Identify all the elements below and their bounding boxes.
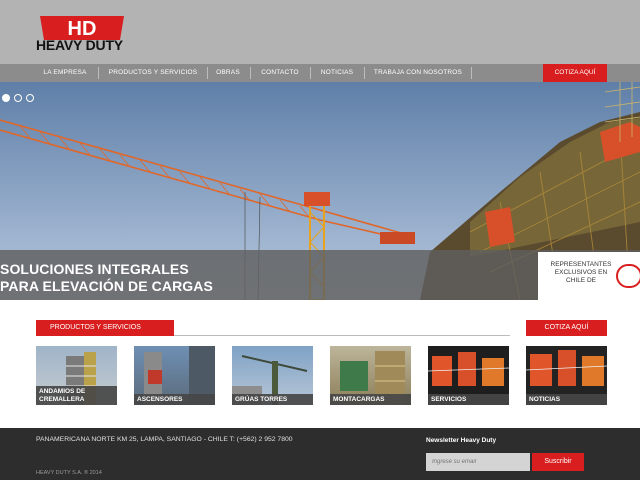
products-section-title: PRODUCTOS Y SERVICIOS bbox=[36, 320, 174, 336]
nav-item-noticias[interactable]: NOTICIAS bbox=[314, 64, 360, 82]
hero-slider[interactable]: SOLUCIONES INTEGRALES PARA ELEVACIÓN DE … bbox=[0, 82, 640, 300]
nav-divider bbox=[98, 67, 99, 79]
nav-item-productos-y-servicios[interactable]: PRODUCTOS Y SERVICIOS bbox=[102, 64, 204, 82]
nav-divider bbox=[207, 67, 208, 79]
tile-label: ASCENSORES bbox=[134, 393, 215, 405]
footer-address: PANAMERICANA NORTE KM 25, LAMPA, SANTIAG… bbox=[36, 436, 293, 443]
nav-item-contacto[interactable]: CONTACTO bbox=[254, 64, 306, 82]
tile-noticias[interactable]: NOTICIAS bbox=[526, 346, 607, 405]
tile-label: ANDAMIOS DE CREMALLERA bbox=[36, 386, 117, 405]
slide-dot[interactable] bbox=[26, 94, 34, 102]
tile-andamios-de-cremallera[interactable]: ANDAMIOS DE CREMALLERA bbox=[36, 346, 117, 405]
site-header: HD HEAVY DUTY bbox=[0, 0, 640, 64]
hero-title-line-2: PARA ELEVACIÓN DE CARGAS bbox=[0, 278, 213, 294]
tile-ascensores[interactable]: ASCENSORES bbox=[134, 346, 215, 405]
nav-item-la-empresa[interactable]: LA EMPRESA bbox=[36, 64, 94, 82]
site-footer: PANAMERICANA NORTE KM 25, LAMPA, SANTIAG… bbox=[0, 428, 640, 480]
badge-text: REPRESENTANTES EXCLUSIVOS EN CHILE DE bbox=[550, 261, 612, 284]
subscribe-button[interactable]: Suscribir bbox=[532, 453, 584, 471]
nav-divider bbox=[250, 67, 251, 79]
hero-title-line-1: SOLUCIONES INTEGRALES bbox=[0, 261, 189, 277]
nav-cotiza-button[interactable]: COTIZA AQUÍ bbox=[543, 64, 607, 82]
tile-label: GRÚAS TORRES bbox=[232, 393, 313, 405]
nav-divider bbox=[310, 67, 311, 79]
tile-gruas-torres[interactable]: GRÚAS TORRES bbox=[232, 346, 313, 405]
brand-name: HEAVY DUTY bbox=[36, 37, 123, 53]
slide-dot[interactable] bbox=[2, 94, 10, 102]
exclusive-representative-badge[interactable]: REPRESENTANTES EXCLUSIVOS EN CHILE DE bbox=[538, 252, 640, 300]
nav-item-obras[interactable]: OBRAS bbox=[210, 64, 246, 82]
tile-servicios[interactable]: SERVICIOS bbox=[428, 346, 509, 405]
footer-copyright: HEAVY DUTY S.A. ® 2014 bbox=[36, 470, 102, 476]
heavy-duty-logo[interactable]: HD HEAVY DUTY bbox=[36, 14, 128, 54]
nav-item-trabaja-con-nosotros[interactable]: TRABAJA CON NOSOTROS bbox=[368, 64, 468, 82]
quote-section-title[interactable]: COTIZA AQUÍ bbox=[526, 320, 607, 336]
tile-label: MONTACARGAS bbox=[330, 393, 411, 405]
newsletter-title: Newsletter Heavy Duty bbox=[426, 437, 497, 444]
tile-montacargas[interactable]: MONTACARGAS bbox=[330, 346, 411, 405]
nav-divider bbox=[471, 67, 472, 79]
slide-dot[interactable] bbox=[14, 94, 22, 102]
partner-logo-icon bbox=[616, 264, 640, 288]
main-nav: LA EMPRESA PRODUCTOS Y SERVICIOS OBRAS C… bbox=[0, 64, 640, 82]
tile-label: SERVICIOS bbox=[428, 393, 509, 405]
newsletter-email-input[interactable] bbox=[426, 453, 530, 471]
nav-divider bbox=[364, 67, 365, 79]
tile-label: NOTICIAS bbox=[526, 393, 607, 405]
